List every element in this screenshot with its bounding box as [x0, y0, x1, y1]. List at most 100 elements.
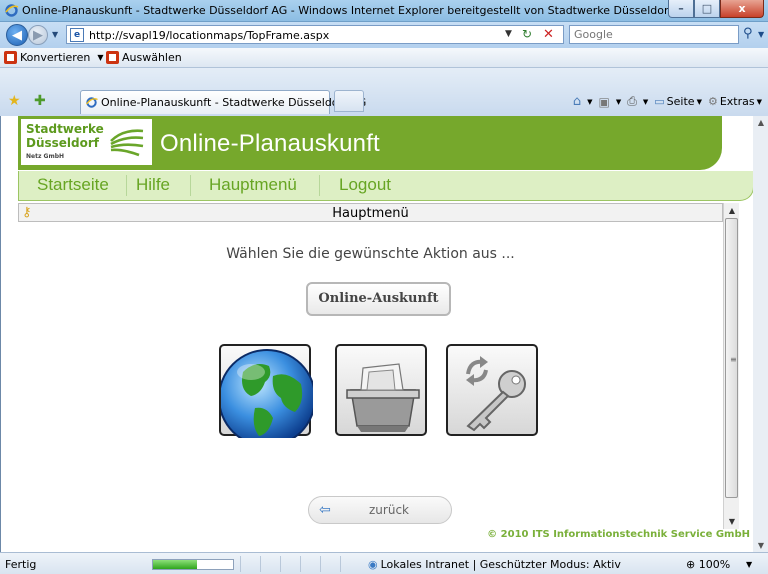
- site-header: Stadtwerke Düsseldorf Netz GmbH Online-P…: [18, 116, 722, 170]
- url-dropdown-icon[interactable]: ▼: [505, 29, 512, 39]
- address-toolbar: ◀ ▶ ▼ e http://svapl19/locationmaps/TopF…: [0, 22, 768, 48]
- scroll-thumb[interactable]: ≡: [725, 218, 738, 498]
- pdf-convert-icon: [4, 51, 17, 64]
- outer-vertical-scrollbar[interactable]: ▲ ▼: [753, 116, 768, 552]
- page-viewport: Stadtwerke Düsseldorf Netz GmbH Online-P…: [0, 116, 768, 552]
- scroll-down-arrow-icon[interactable]: ▼: [724, 514, 740, 529]
- main-navigation: Startseite Hilfe Hauptmenü Logout: [18, 171, 754, 201]
- progress-fill: [153, 560, 197, 569]
- favorites-star-icon[interactable]: ★: [8, 93, 21, 109]
- loading-progress-bar: [152, 559, 234, 570]
- globe-icon: [221, 349, 313, 438]
- key-sync-icon: [466, 356, 526, 432]
- refresh-icon[interactable]: ↻: [522, 27, 532, 41]
- outer-scroll-down-icon[interactable]: ▼: [753, 541, 768, 550]
- page-menu-dropdown-icon: ▼: [696, 97, 702, 106]
- page-menu-label: Seite: [666, 95, 695, 108]
- url-text[interactable]: http://svapl19/locationmaps/TopFrame.asp…: [89, 29, 329, 42]
- intranet-globe-icon: ◉: [368, 558, 378, 571]
- nav-hilfe[interactable]: Hilfe: [136, 175, 170, 195]
- recent-pages-dropdown-icon[interactable]: ▼: [52, 30, 58, 39]
- print-dropdown-icon[interactable]: ▼: [643, 98, 648, 106]
- zoom-icon: ⊕: [686, 558, 696, 571]
- back-button-label: zurück: [369, 503, 409, 517]
- extras-menu[interactable]: ⚙ Extras ▼: [708, 95, 762, 108]
- add-favorite-icon[interactable]: ✚: [34, 93, 46, 109]
- section-header: ⚷ Hauptmenü: [18, 203, 723, 222]
- search-dropdown-icon[interactable]: ▼: [758, 30, 764, 39]
- inner-vertical-scrollbar[interactable]: ▲ ≡ ▼: [723, 203, 739, 529]
- search-icon[interactable]: ⚲: [743, 26, 753, 41]
- nav-startseite[interactable]: Startseite: [37, 175, 109, 195]
- page-menu[interactable]: ▭ Seite ▼: [654, 95, 702, 108]
- archive-tile-button[interactable]: [335, 344, 427, 436]
- outer-scroll-up-icon[interactable]: ▲: [753, 118, 768, 127]
- scroll-up-arrow-icon[interactable]: ▲: [724, 203, 740, 218]
- nav-hauptmenue[interactable]: Hauptmenü: [209, 175, 297, 195]
- ie-tab-icon: [85, 97, 98, 108]
- stop-icon[interactable]: ✕: [543, 27, 554, 42]
- page-icon-small: ▭: [654, 95, 665, 108]
- extras-menu-label: Extras: [719, 95, 755, 108]
- forward-button[interactable]: ▶: [28, 25, 48, 45]
- zone-text: Lokales Intranet | Geschützter Modus: Ak…: [380, 558, 621, 571]
- zoom-level[interactable]: ⊕ 100%: [686, 558, 730, 571]
- globe-tile-button[interactable]: [219, 344, 313, 438]
- feeds-dropdown-icon[interactable]: ▼: [616, 98, 621, 106]
- zoom-text: 100%: [698, 558, 731, 571]
- forward-arrow-icon: ▶: [33, 27, 43, 43]
- select-tool[interactable]: Auswählen: [106, 51, 182, 64]
- status-bar: Fertig ◉ Lokales Intranet | Geschützter …: [0, 552, 768, 574]
- scroll-grip-icon: ≡: [730, 355, 737, 364]
- back-button[interactable]: ◀: [6, 24, 28, 46]
- extras-menu-dropdown-icon: ▼: [756, 97, 762, 106]
- section-title: Hauptmenü: [332, 206, 409, 221]
- feeds-icon[interactable]: ▣: [599, 95, 610, 109]
- logo-waves-icon: [110, 129, 144, 157]
- archive-box-icon: [346, 363, 420, 432]
- search-input[interactable]: [570, 26, 710, 43]
- online-auskunft-button[interactable]: Online-Auskunft: [306, 282, 451, 316]
- key-sync-tile-button[interactable]: [446, 344, 538, 436]
- tab-online-planauskunft[interactable]: Online-Planauskunft - Stadtwerke Düsseld…: [80, 90, 366, 114]
- security-zone[interactable]: ◉ Lokales Intranet | Geschützter Modus: …: [368, 558, 621, 571]
- back-arrow-icon: ◀: [12, 27, 22, 43]
- status-text: Fertig: [5, 558, 37, 571]
- gear-icon: ⚙: [707, 95, 718, 108]
- convert-menu[interactable]: Konvertieren ▼: [4, 51, 103, 64]
- window-title-bar: Online-Planauskunft - Stadtwerke Düsseld…: [0, 0, 768, 22]
- status-cells: [240, 556, 360, 572]
- window-title: Online-Planauskunft - Stadtwerke Düsseld…: [22, 4, 692, 17]
- zoom-dropdown-icon[interactable]: ▼: [746, 560, 752, 569]
- back-arrow-icon: ⇦: [319, 502, 331, 518]
- print-icon[interactable]: ⎙: [627, 94, 637, 109]
- page-icon: e: [70, 28, 84, 42]
- logo-line-1: Stadtwerke: [26, 122, 104, 136]
- address-field[interactable]: e http://svapl19/locationmaps/TopFrame.a…: [66, 25, 564, 44]
- ie-logo-icon: [5, 4, 19, 17]
- main-content: Wählen Sie die gewünschte Aktion aus ...…: [18, 222, 723, 528]
- nav-logout[interactable]: Logout: [339, 175, 391, 195]
- select-tool-icon: [106, 51, 119, 64]
- close-button[interactable]: x: [720, 0, 764, 18]
- convert-dropdown-icon: ▼: [97, 53, 104, 62]
- command-bar: ⌂ ▼ ▣ ▼ ⎙ ▼ ▭ Seite ▼ ⚙ Extras ▼: [573, 94, 762, 109]
- logo-line-2: Düsseldorf: [26, 136, 100, 150]
- logo-line-3: Netz GmbH: [26, 153, 65, 160]
- company-logo: Stadtwerke Düsseldorf Netz GmbH: [21, 119, 152, 165]
- home-dropdown-icon[interactable]: ▼: [587, 98, 592, 106]
- convert-label: Konvertieren: [20, 51, 91, 64]
- home-icon[interactable]: ⌂: [573, 94, 581, 109]
- nav-separator: [319, 175, 320, 196]
- back-link-button[interactable]: ⇦ zurück: [308, 496, 452, 524]
- select-label: Auswählen: [122, 51, 182, 64]
- tab-bar: ★ ✚ Online-Planauskunft - Stadtwerke Düs…: [0, 68, 768, 116]
- nav-separator: [126, 175, 127, 196]
- minimize-button[interactable]: –: [668, 0, 694, 18]
- new-tab-button[interactable]: [334, 90, 364, 112]
- search-box[interactable]: [569, 25, 739, 44]
- tab-title: Online-Planauskunft - Stadtwerke Düsseld…: [101, 96, 367, 109]
- copyright-text: © 2010 ITS Informationstechnik Service G…: [487, 529, 750, 540]
- nav-separator: [190, 175, 191, 196]
- maximize-button[interactable]: □: [694, 0, 720, 18]
